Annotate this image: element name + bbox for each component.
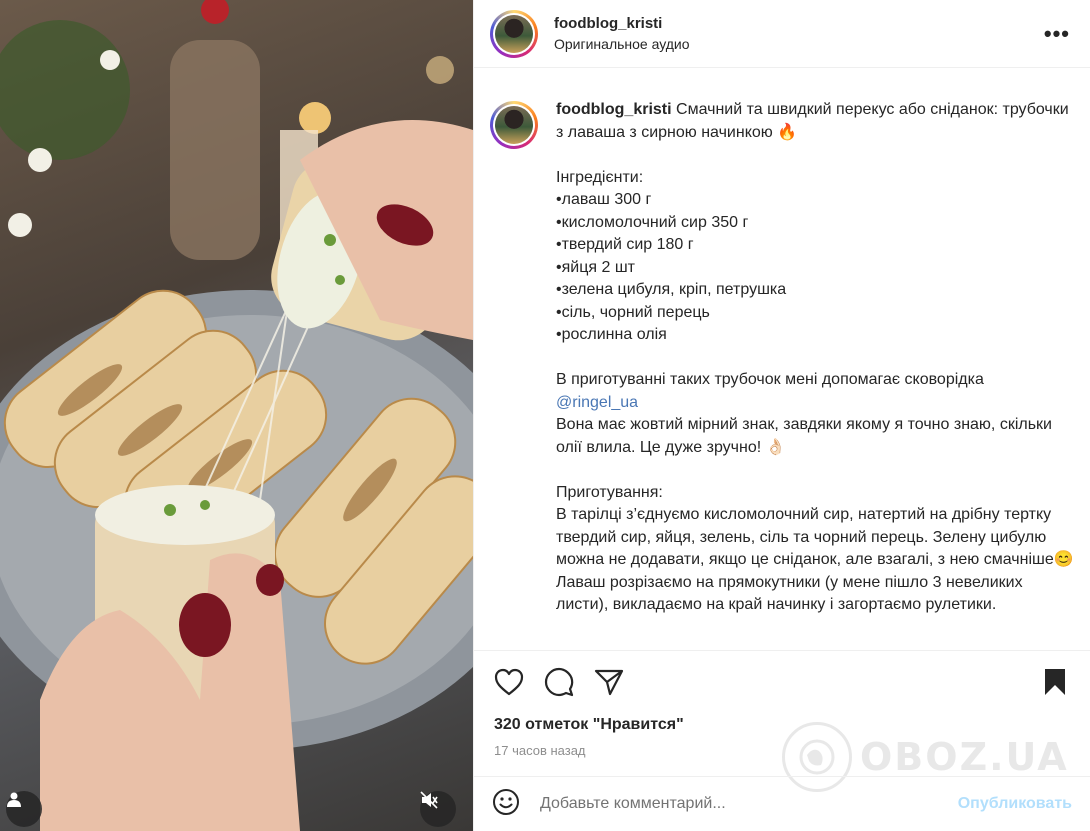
save-button[interactable] [1038,665,1072,699]
heart-icon [494,668,524,695]
post-media[interactable] [0,0,473,831]
bookmark-icon [1045,668,1065,695]
share-button[interactable] [592,665,626,699]
like-button[interactable] [492,665,526,699]
post-time[interactable]: 17 часов назад [494,743,586,758]
likes-count[interactable]: 320 отметок "Нравится" [494,716,684,734]
audio-label[interactable]: Оригинальное аудио [554,36,1040,52]
emoji-icon [493,788,519,815]
comment-bar: Опубликовать [474,776,1090,831]
post-header: foodblog_kristi Оригинальное аудио ••• [474,0,1090,68]
comment-button[interactable] [542,665,576,699]
action-bar [474,650,1090,712]
comment-input[interactable] [540,795,958,813]
header-username[interactable]: foodblog_kristi [554,15,1040,32]
comment-icon [544,667,574,696]
caption-body-rest: Вона має жовтий мірний знак, завдяки яко… [556,416,1074,613]
caption-text: foodblog_kristi Смачний та швидкий перек… [556,99,1074,650]
caption-section: foodblog_kristi Смачний та швидкий перек… [474,69,1090,650]
caption-username[interactable]: foodblog_kristi [556,101,672,118]
user-tag-icon [7,792,21,807]
muted-icon [420,791,438,809]
publish-button[interactable]: Опубликовать [958,795,1072,813]
share-icon [594,669,624,695]
caption-body: Смачний та швидкий перекус або сніданок:… [556,101,1069,388]
caption-avatar[interactable] [490,101,538,149]
watermark-text: OBOZ.UA [860,735,1069,779]
post-panel: foodblog_kristi Оригинальное аудио ••• f… [473,0,1090,831]
user-tag-button[interactable] [6,791,42,827]
mention-link[interactable]: @ringel_ua [556,394,638,411]
more-options-icon[interactable]: ••• [1040,21,1074,47]
emoji-button[interactable] [492,788,520,821]
avatar[interactable] [490,9,538,58]
mute-button[interactable] [420,791,456,827]
food-photo [0,0,473,831]
